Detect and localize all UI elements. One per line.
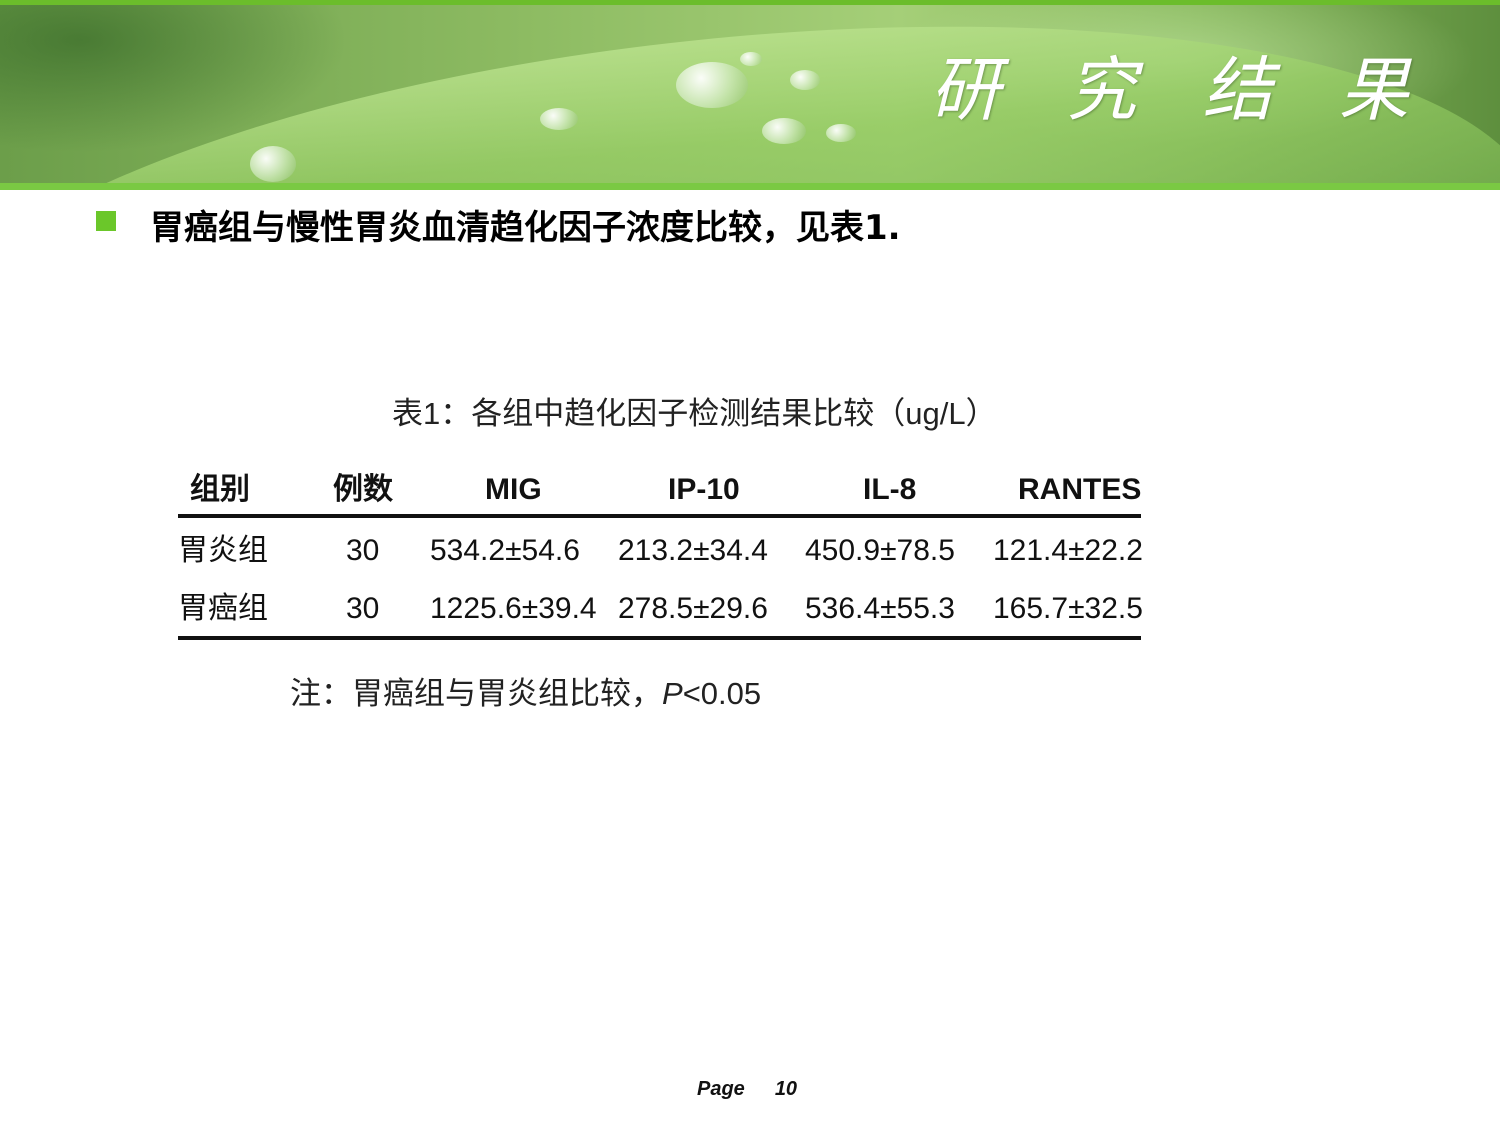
- table-cell: 536.4±55.3: [805, 592, 955, 625]
- table-cell: 30: [346, 534, 380, 567]
- water-drop: [250, 146, 296, 182]
- banner-bottom-line: [0, 183, 1500, 190]
- table-cell: 165.7±32.5: [993, 592, 1143, 625]
- note-suffix: <0.05: [682, 676, 762, 711]
- table-cell: 213.2±34.4: [618, 534, 768, 567]
- table-caption: 表1：各组中趋化因子检测结果比较（ug/L）: [392, 396, 997, 431]
- table-cell: 胃癌组: [178, 592, 268, 625]
- water-drop: [540, 108, 578, 130]
- column-header: 例数: [333, 473, 393, 506]
- table-header-row: 组别 例数 MIG IP-10 IL-8 RANTES: [178, 466, 1141, 518]
- bullet-text: 胃癌组与慢性胃炎血清趋化因子浓度比较，见表1.: [150, 208, 901, 248]
- water-drop: [762, 118, 806, 144]
- table-cell: 121.4±22.2: [993, 534, 1143, 567]
- water-drop: [740, 52, 762, 66]
- column-header: RANTES: [1018, 473, 1142, 506]
- table-cell: 胃炎组: [178, 534, 268, 567]
- page-title: 研 究 结 果: [930, 49, 1431, 131]
- table-cell: 1225.6±39.4: [430, 592, 597, 625]
- page-number: 10: [774, 1078, 798, 1100]
- column-header: MIG: [485, 473, 542, 506]
- column-header: IL-8: [863, 473, 917, 506]
- page-label: Page: [697, 1078, 745, 1100]
- water-drop: [790, 70, 820, 90]
- water-drop: [676, 62, 748, 108]
- table-cell: 278.5±29.6: [618, 592, 768, 625]
- page-footer: Page 10: [697, 1078, 797, 1101]
- table-cell: 534.2±54.6: [430, 534, 580, 567]
- table-row: 胃癌组 30 1225.6±39.4 278.5±29.6 536.4±55.3…: [178, 576, 1143, 634]
- bullet-square-icon: [96, 211, 116, 231]
- table-note: 注：胃癌组与胃炎组比较，P<0.05: [290, 668, 761, 713]
- header-banner: 研 究 结 果: [0, 0, 1500, 190]
- table-row: 胃炎组 30 534.2±54.6 213.2±34.4 450.9±78.5 …: [178, 518, 1143, 576]
- results-table: 组别 例数 MIG IP-10 IL-8 RANTES 胃炎组 30 534.2…: [178, 466, 1143, 640]
- note-prefix: 注：胃癌组与胃炎组比较，: [290, 676, 662, 711]
- column-header: 组别: [190, 473, 250, 506]
- water-drop: [826, 124, 856, 142]
- table-body: 胃炎组 30 534.2±54.6 213.2±34.4 450.9±78.5 …: [178, 518, 1143, 640]
- banner-top-line: [0, 0, 1500, 5]
- column-header: IP-10: [668, 473, 740, 506]
- table-cell: 450.9±78.5: [805, 534, 955, 567]
- note-p-symbol: P: [662, 676, 683, 711]
- table-cell: 30: [346, 592, 380, 625]
